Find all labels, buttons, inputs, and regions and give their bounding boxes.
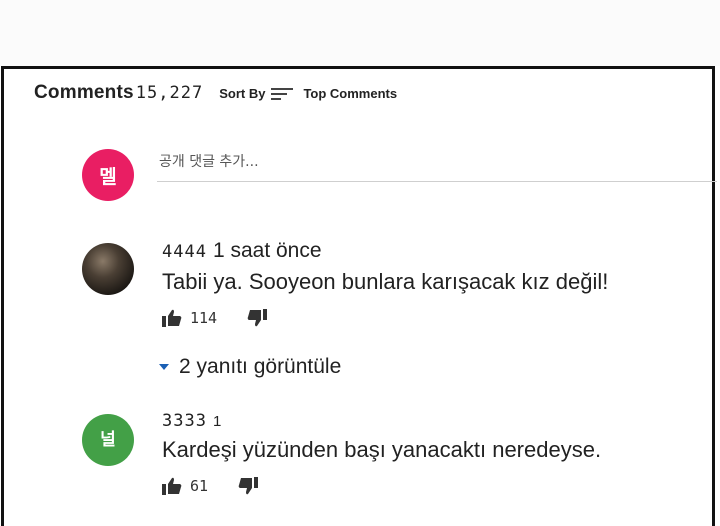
thumbs-down-icon[interactable] xyxy=(247,309,268,327)
comment-time[interactable]: 1 xyxy=(213,413,221,430)
comment-item: 3333 1 Kardeşi yüzünden başı yanacaktı n… xyxy=(162,411,601,495)
comment-item: 4444 1 saat önce Tabii ya. Sooyeon bunla… xyxy=(162,239,608,327)
thumbs-up-icon[interactable] xyxy=(162,477,182,495)
comment-author[interactable]: 3333 xyxy=(162,411,207,431)
comment-header: 3333 1 xyxy=(162,411,601,431)
view-replies-label: 2 yanıtı görüntüle xyxy=(179,355,342,378)
sort-button[interactable]: Sort By Top Comments xyxy=(219,86,397,101)
like-count: 114 xyxy=(190,309,218,327)
comment-time[interactable]: 1 saat önce xyxy=(213,239,322,263)
comment-actions: 114 xyxy=(162,309,608,327)
sort-lines-icon xyxy=(271,87,294,101)
user-avatar: 멜 xyxy=(82,149,134,201)
add-comment-input[interactable]: 공개 댓글 추가... xyxy=(157,147,717,182)
comment-text: Kardeşi yüzünden başı yanacaktı neredeys… xyxy=(162,437,602,462)
view-replies-button[interactable]: 2 yanıtı görüntüle xyxy=(159,355,341,379)
thumbs-down-icon[interactable] xyxy=(238,477,259,495)
comment-text: Tabii ya. Sooyeon bunlara karışacak kız … xyxy=(162,269,609,294)
top-blank-area xyxy=(0,0,720,66)
sort-option: Top Comments xyxy=(303,86,398,101)
commenter-avatar: 널 xyxy=(82,414,134,466)
thumbs-up-icon[interactable] xyxy=(162,309,182,327)
comment-actions: 61 xyxy=(162,477,601,495)
comments-title: Comments xyxy=(34,82,134,103)
sort-label: Sort By xyxy=(219,86,266,101)
comments-panel: Comments 15,227 Sort By Top Comments 멜 공… xyxy=(1,66,717,526)
commenter-avatar-photo xyxy=(82,243,134,295)
caret-down-icon xyxy=(159,364,169,370)
add-comment-placeholder: 공개 댓글 추가... xyxy=(159,154,259,170)
comment-header: 4444 1 saat önce xyxy=(162,239,608,263)
comments-count: 15,227 xyxy=(135,83,204,103)
comments-header: Comments 15,227 Sort By Top Comments xyxy=(34,82,397,104)
comment-author[interactable]: 4444 xyxy=(162,242,207,262)
like-count: 61 xyxy=(190,477,209,495)
